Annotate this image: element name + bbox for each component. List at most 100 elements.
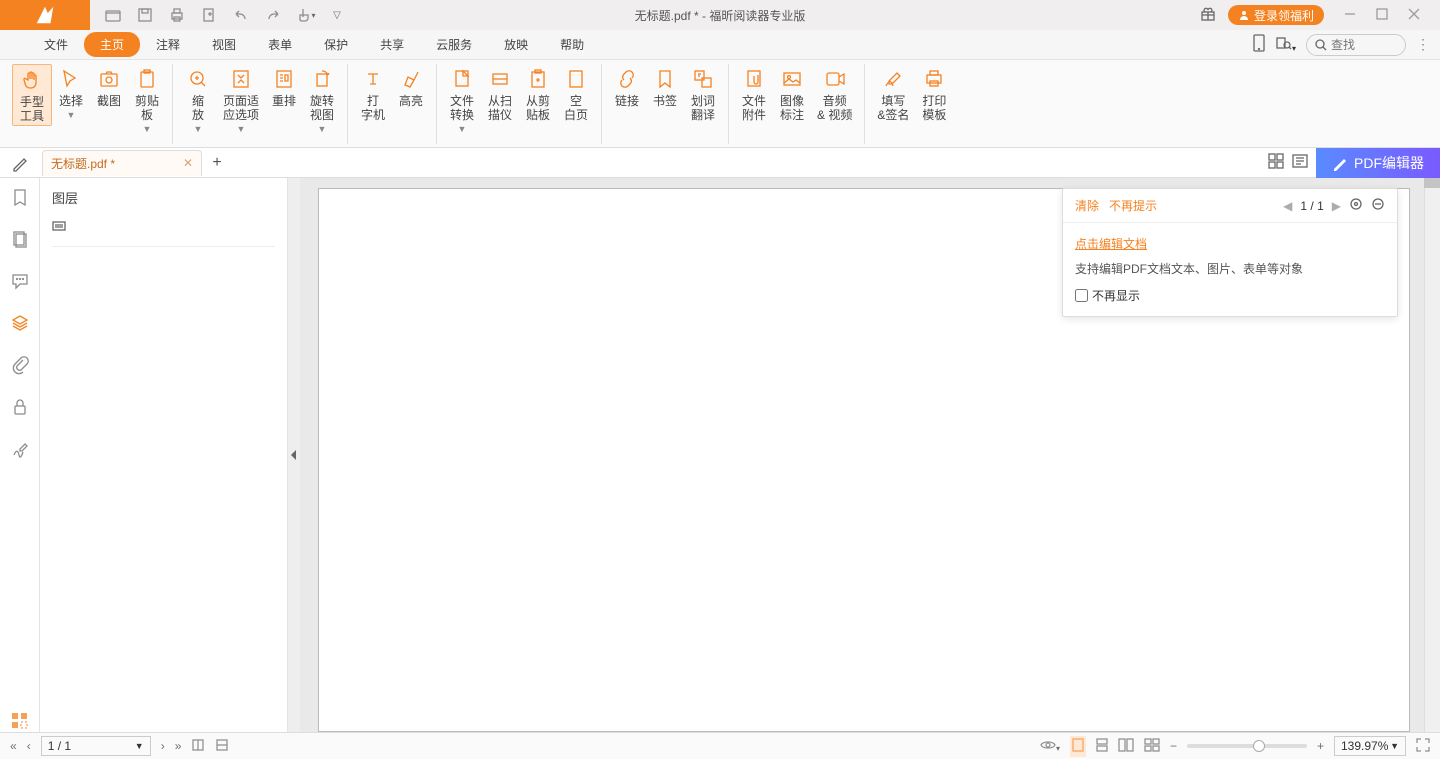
select-button[interactable]: 选择▼ xyxy=(52,64,90,122)
menu-comment[interactable]: 注释 xyxy=(140,32,196,57)
layers-panel: 图层 xyxy=(40,178,288,732)
single-page-icon[interactable] xyxy=(1070,736,1086,757)
print-template-button[interactable]: 打印 模板 xyxy=(915,64,953,124)
zoom-button[interactable]: 缩 放▼ xyxy=(179,64,217,136)
fill-sign-button[interactable]: 填写 &签名 xyxy=(871,64,915,124)
new-page-icon[interactable] xyxy=(200,6,218,24)
zoom-in-icon[interactable]: + xyxy=(1317,739,1324,753)
save-icon[interactable] xyxy=(136,6,154,24)
grid-view-icon[interactable] xyxy=(1268,153,1284,172)
vertical-scrollbar[interactable] xyxy=(1424,178,1440,732)
comments-panel-icon[interactable] xyxy=(9,270,31,292)
pdf-editor-button[interactable]: PDF编辑器 xyxy=(1316,148,1440,178)
add-tab-button[interactable]: + xyxy=(202,148,232,178)
zoom-input[interactable]: 139.97%▼ xyxy=(1334,736,1406,756)
document-tabbar: 无标题.pdf * ✕ + PDF编辑器 xyxy=(0,148,1440,178)
search-box[interactable] xyxy=(1306,34,1406,56)
print-icon[interactable] xyxy=(168,6,186,24)
close-tab-icon[interactable]: ✕ xyxy=(183,156,193,170)
tip-prev-icon[interactable]: ◀ xyxy=(1283,199,1292,213)
clipboard-button[interactable]: 剪贴 板▼ xyxy=(128,64,166,136)
tip-settings-icon[interactable] xyxy=(1349,197,1363,214)
bookmarks-panel-icon[interactable] xyxy=(9,186,31,208)
login-button[interactable]: 登录领福利 xyxy=(1228,5,1324,25)
continuous-icon[interactable] xyxy=(1096,738,1108,755)
gift-icon[interactable] xyxy=(1200,6,1218,24)
tip-collapse-icon[interactable] xyxy=(1371,197,1385,214)
scan-button[interactable]: 从扫 描仪 xyxy=(481,64,519,124)
snapshot-button[interactable]: 截图 xyxy=(90,64,128,110)
collapse-panel-button[interactable] xyxy=(288,178,300,732)
zoom-slider[interactable] xyxy=(1187,744,1307,748)
tip-clear[interactable]: 清除 xyxy=(1075,197,1099,214)
next-page-icon[interactable]: › xyxy=(161,739,165,753)
page-layout-1-icon[interactable] xyxy=(191,738,205,755)
blank-page-button[interactable]: 空 白页 xyxy=(557,64,595,124)
touch-icon[interactable]: ▾ xyxy=(296,6,314,24)
menu-cloud[interactable]: 云服务 xyxy=(420,32,488,57)
layers-panel-icon[interactable] xyxy=(9,312,31,334)
tip-next-icon[interactable]: ▶ xyxy=(1332,199,1341,213)
menu-form[interactable]: 表单 xyxy=(252,32,308,57)
layer-item[interactable] xyxy=(52,215,275,240)
signature-panel-icon[interactable] xyxy=(9,438,31,460)
menu-share[interactable]: 共享 xyxy=(364,32,420,57)
from-clipboard-button[interactable]: 从剪 贴板 xyxy=(519,64,557,124)
reflow-button[interactable]: 重排 xyxy=(265,64,303,110)
undo-icon[interactable] xyxy=(232,6,250,24)
app-logo[interactable] xyxy=(0,0,90,30)
open-icon[interactable] xyxy=(104,6,122,24)
apps-icon[interactable] xyxy=(9,710,31,732)
find-tool-icon[interactable]: ▾ xyxy=(1276,35,1296,54)
menu-view[interactable]: 视图 xyxy=(196,32,252,57)
typewriter-button[interactable]: 打 字机 xyxy=(354,64,392,124)
visibility-icon[interactable]: ▾ xyxy=(1040,739,1060,754)
translate-button[interactable]: 划词 翻译 xyxy=(684,64,722,124)
left-sidebar xyxy=(0,178,40,732)
menu-more-icon[interactable]: ⋮ xyxy=(1416,36,1430,53)
audio-video-button[interactable]: 音频 & 视频 xyxy=(811,64,858,124)
bookmark-button[interactable]: 书签 xyxy=(646,64,684,110)
image-annot-button[interactable]: 图像 标注 xyxy=(773,64,811,124)
attach-button[interactable]: 文件 附件 xyxy=(735,64,773,124)
document-canvas[interactable]: 清除 不再提示 ◀ 1 / 1 ▶ 点击编辑文档 支持编辑PDF文档文本、图片、… xyxy=(300,178,1440,732)
zoom-out-icon[interactable]: − xyxy=(1170,739,1177,753)
page-number-input[interactable]: 1 / 1▼ xyxy=(41,736,151,756)
document-tab-label: 无标题.pdf * xyxy=(51,155,115,172)
tip-dontshow-checkbox[interactable]: 不再显示 xyxy=(1075,287,1385,304)
annotate-tool-icon[interactable] xyxy=(0,148,40,178)
tip-edit-link[interactable]: 点击编辑文档 xyxy=(1075,235,1385,252)
first-page-icon[interactable]: « xyxy=(10,739,17,753)
mobile-icon[interactable] xyxy=(1252,34,1266,55)
fullscreen-icon[interactable] xyxy=(1416,738,1430,755)
menu-help[interactable]: 帮助 xyxy=(544,32,600,57)
facing-icon[interactable] xyxy=(1118,738,1134,755)
continuous-facing-icon[interactable] xyxy=(1144,738,1160,755)
fit-button[interactable]: 页面适 应选项▼ xyxy=(217,64,265,136)
close-button[interactable] xyxy=(1408,8,1422,22)
minimize-button[interactable] xyxy=(1344,8,1358,22)
last-page-icon[interactable]: » xyxy=(175,739,182,753)
hand-tool-button[interactable]: 手型 工具 xyxy=(12,64,52,126)
link-button[interactable]: 链接 xyxy=(608,64,646,110)
menu-protect[interactable]: 保护 xyxy=(308,32,364,57)
qat-more-icon[interactable]: ▽ xyxy=(328,6,346,24)
titlebar: ▾ ▽ 无标题.pdf * - 福昕阅读器专业版 登录领福利 xyxy=(0,0,1440,30)
redo-icon[interactable] xyxy=(264,6,282,24)
tip-noremind[interactable]: 不再提示 xyxy=(1109,197,1157,214)
convert-button[interactable]: 文件 转换▼ xyxy=(443,64,481,136)
menu-file[interactable]: 文件 xyxy=(28,32,84,57)
search-input[interactable] xyxy=(1331,38,1391,52)
rotate-button[interactable]: 旋转 视图▼ xyxy=(303,64,341,136)
attachments-panel-icon[interactable] xyxy=(9,354,31,376)
menu-home[interactable]: 主页 xyxy=(84,32,140,57)
reader-view-icon[interactable] xyxy=(1292,153,1308,172)
pages-panel-icon[interactable] xyxy=(9,228,31,250)
security-panel-icon[interactable] xyxy=(9,396,31,418)
menu-present[interactable]: 放映 xyxy=(488,32,544,57)
highlight-button[interactable]: 高亮 xyxy=(392,64,430,110)
document-tab[interactable]: 无标题.pdf * ✕ xyxy=(42,150,202,176)
prev-page-icon[interactable]: ‹ xyxy=(27,739,31,753)
page-layout-2-icon[interactable] xyxy=(215,738,229,755)
maximize-button[interactable] xyxy=(1376,8,1390,22)
